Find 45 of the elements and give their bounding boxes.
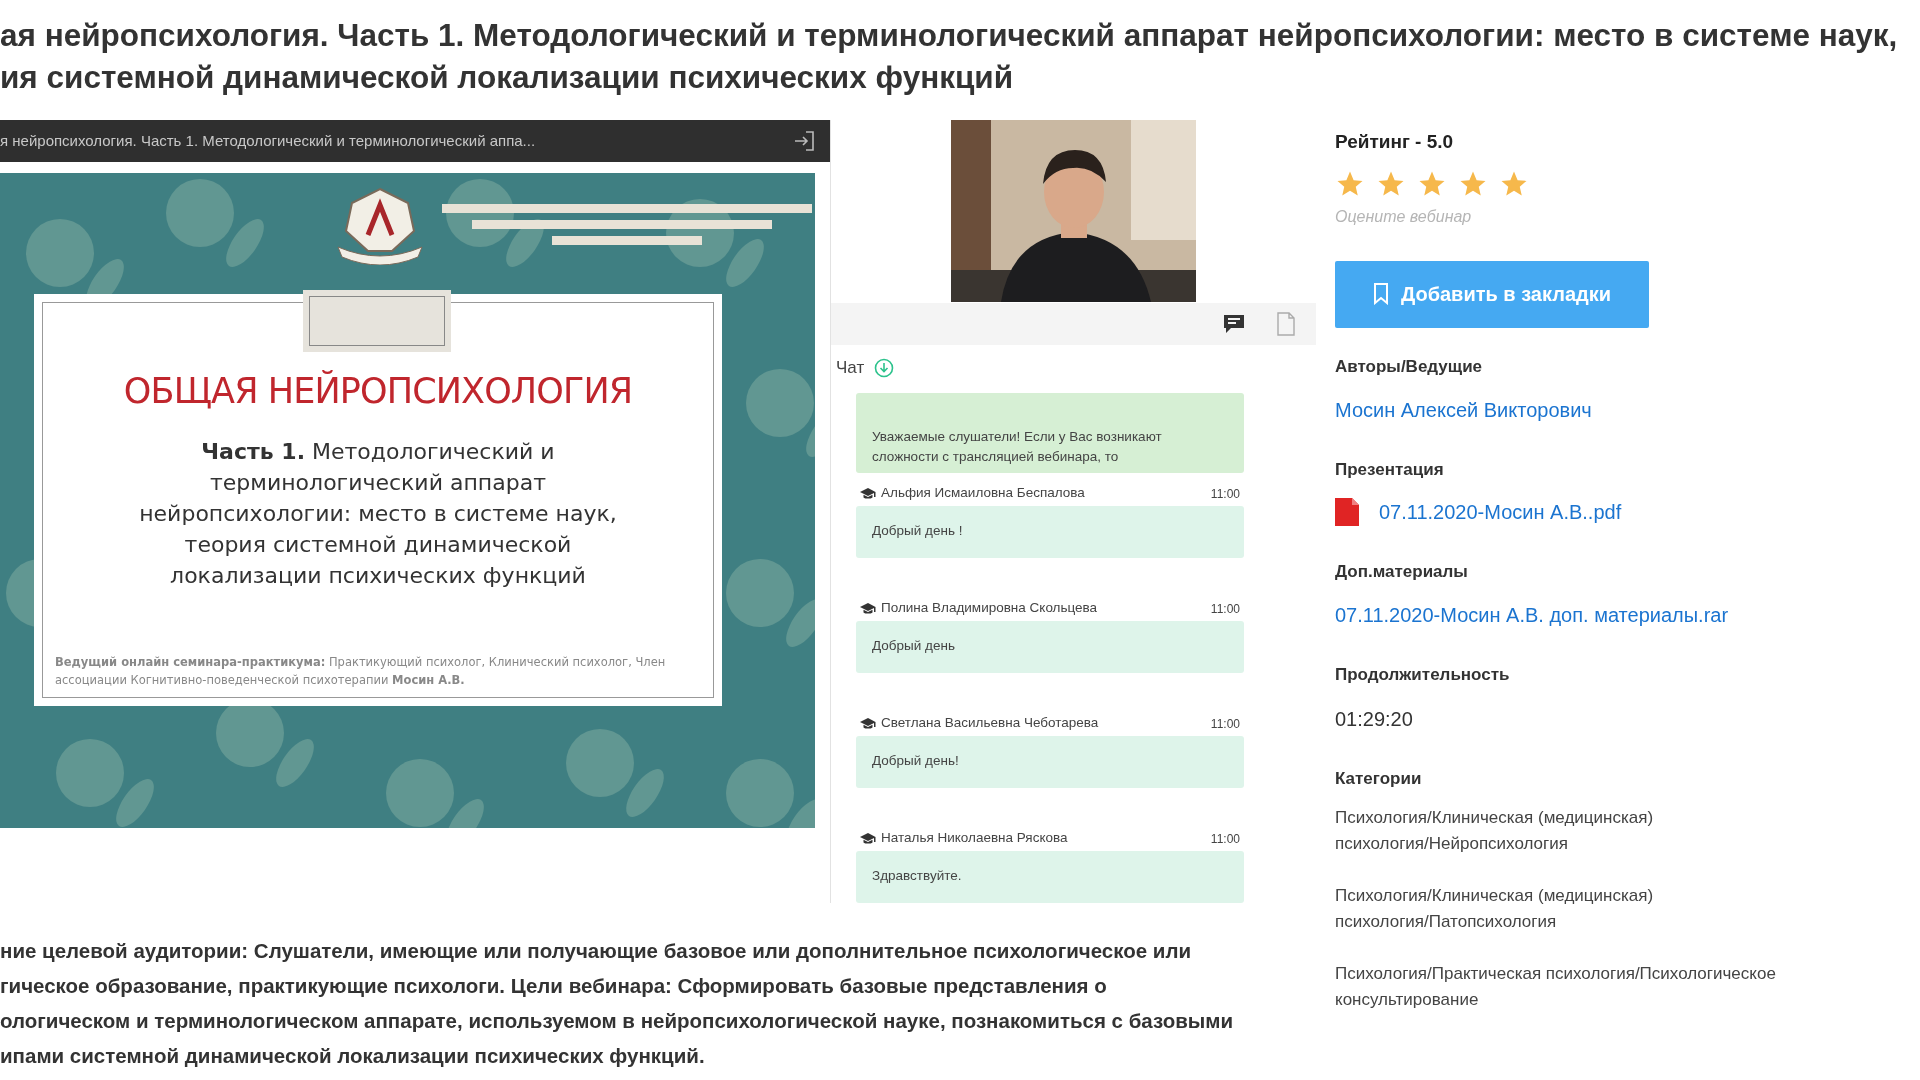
graduation-cap-icon bbox=[860, 602, 876, 615]
section-heading: Авторы/Ведущие bbox=[1335, 355, 1484, 378]
graduation-cap-icon bbox=[860, 717, 876, 730]
bookmark-icon bbox=[1372, 283, 1389, 305]
message-time: 11:00 bbox=[1210, 485, 1240, 503]
message-time: 11:00 bbox=[1210, 830, 1240, 848]
category-path: Психология/Клиническая (медицинская) психология/Патопсихология bbox=[1335, 885, 1655, 933]
document-icon[interactable] bbox=[1276, 312, 1296, 336]
graduation-cap-icon bbox=[860, 487, 876, 500]
author-name: Наталья Николаевна Ряскова bbox=[881, 829, 1069, 848]
page-title: ая нейропсихология. Часть 1. Методологический и терминологический аппарат нейропсихологии: место в системе наук, ия системной динамической локализации психических функций bbox=[0, 16, 1899, 97]
author-name: Альфия Исмаиловна Беспалова bbox=[881, 484, 1086, 503]
slide-heading: ОБЩАЯ НЕЙРОПСИХОЛОГИЯ bbox=[123, 369, 633, 413]
chat-label: Чат bbox=[836, 357, 865, 379]
rating-hint: Оцените вебинар bbox=[1335, 206, 1473, 227]
message-text: Добрый день bbox=[872, 637, 955, 656]
player-title: я нейропсихология. Часть 1. Методологический и терминологический аппа... bbox=[0, 130, 536, 151]
section-heading: Продолжительность bbox=[1335, 664, 1511, 686]
file-link[interactable]: 07.11.2020-Мосин А.В..pdf bbox=[1379, 496, 1622, 527]
file-link[interactable]: Мосин Алексей Викторович bbox=[1335, 395, 1920, 425]
author-name: Полина Владимировна Скольцева bbox=[881, 599, 1099, 618]
description: ние целевой аудитории: Слушатели, имеющие или получающие базовое или дополнительное психологическое или гическое образование, практикующие психологи. Цели вебинара: Сформировать базовые представления о ологическом и терминологическом аппарате, используемом в нейропсихологической науке, познакомиться с базовыми ипами системной динамической локализации психических функций. bbox=[0, 938, 1235, 1069]
section-heading: Презентация bbox=[1335, 459, 1445, 481]
duration-value: 01:29:20 bbox=[1335, 706, 1414, 732]
chat-icon[interactable] bbox=[1222, 313, 1246, 335]
rating-label: Рейтинг - 5.0 bbox=[1335, 130, 1455, 154]
author-name: Светлана Васильевна Чеботарева bbox=[881, 714, 1100, 733]
exit-icon[interactable] bbox=[792, 129, 816, 153]
pdf-icon bbox=[1335, 497, 1359, 526]
message-text: Добрый день ! bbox=[872, 522, 963, 541]
section-heading: Доп.материалы bbox=[1335, 560, 1469, 583]
message-time: 11:00 bbox=[1210, 600, 1240, 618]
notice-text: Уважаемые слушатели! Если у Вас возникают сложности с трансляцией вебинара, то bbox=[872, 427, 1163, 466]
message-text: Здравствуйте. bbox=[872, 867, 962, 886]
slide-footer: Ведущий онлайн семинара-практикума: Практикующий психолог, Клинический психолог, Член ассоциации Когнитивно-поведенческой психотерапии Мосин А.В. bbox=[55, 653, 701, 689]
category-path: Психология/Практическая психология/Психологическое консультирование bbox=[1335, 963, 1777, 1011]
bookmark-button[interactable]: Добавить в закладки bbox=[1335, 260, 1649, 328]
download-icon[interactable] bbox=[874, 357, 895, 378]
slide-subtitle: Часть 1. Методологический и терминологический аппарат нейропсихологии: место в системе наук, теория системной динамической локализации психических функций bbox=[139, 437, 617, 590]
message-text: Добрый день! bbox=[872, 752, 959, 771]
message-time: 11:00 bbox=[1210, 715, 1240, 733]
category-path: Психология/Клиническая (медицинская) психология/Нейропсихология bbox=[1335, 807, 1655, 855]
graduation-cap-icon bbox=[860, 832, 876, 845]
section-heading: Категории bbox=[1335, 767, 1423, 790]
file-link[interactable]: 07.11.2020-Мосин А.В. доп. материалы.rar bbox=[1335, 600, 1920, 630]
